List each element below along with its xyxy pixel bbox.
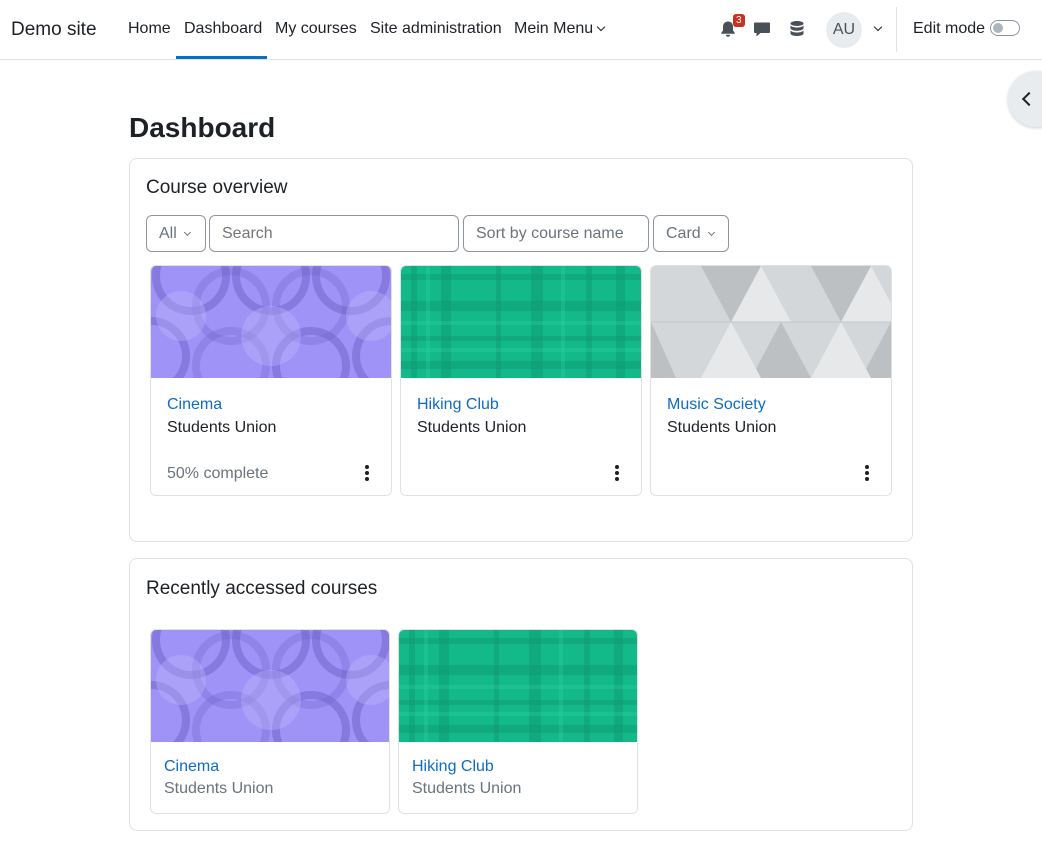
nav-site-administration[interactable]: Site administration [370,20,502,60]
course-card[interactable]: Cinema Students Union [150,629,390,814]
course-image[interactable] [401,266,642,378]
chevron-down-icon[interactable] [873,22,883,32]
course-overview-title: Course overview [146,177,288,198]
chevron-left-icon [1021,91,1037,107]
course-progress-text: 50% complete [167,465,269,482]
course-name-link[interactable]: Music Society [667,396,766,414]
nav-dashboard[interactable]: Dashboard [184,20,262,60]
chat-icon[interactable] [753,20,771,38]
chevron-down-icon [183,228,191,237]
nav-home[interactable]: Home [128,20,171,60]
course-image[interactable] [399,630,638,742]
course-image[interactable] [151,630,390,742]
more-vertical-icon[interactable] [865,465,869,483]
database-icon[interactable] [788,20,806,38]
chevron-down-icon [707,228,715,237]
course-category: Students Union [167,419,277,436]
open-block-drawer-button[interactable] [1008,71,1042,127]
notification-count-badge: 3 [733,14,745,27]
recently-accessed-title: Recently accessed courses [146,578,378,599]
view-dropdown[interactable]: Card [653,215,729,252]
view-value: Card [666,225,701,242]
edit-mode-label: Edit mode [913,20,986,37]
course-image[interactable] [651,266,892,378]
course-card[interactable]: Music Society Students Union [650,265,892,496]
course-name-link[interactable]: Cinema [164,758,219,776]
chevron-down-icon [596,22,606,32]
grouping-value: All [159,225,177,242]
sort-value: Sort by course name [476,225,624,242]
sort-dropdown[interactable]: Sort by course name [463,215,649,272]
course-name-link[interactable]: Hiking Club [412,758,494,776]
course-name-link[interactable]: Hiking Club [417,396,499,414]
active-tab-indicator [176,56,267,59]
more-vertical-icon[interactable] [615,465,619,483]
top-navbar: Demo site Home Dashboard My courses Site… [0,0,1042,60]
nav-my-courses[interactable]: My courses [275,20,357,60]
navbar-divider [896,7,897,52]
course-image[interactable] [151,266,392,378]
toggle-knob [993,23,1003,33]
course-category: Students Union [667,419,777,436]
more-vertical-icon[interactable] [365,465,369,483]
page-title: Dashboard [129,112,276,143]
nav-mein-menu-label: Mein Menu [514,20,594,37]
edit-mode-toggle[interactable] [990,20,1020,36]
course-card[interactable]: Hiking Club Students Union [400,265,642,496]
grouping-dropdown[interactable]: All [146,215,206,252]
site-brand[interactable]: Demo site [11,19,97,41]
course-category: Students Union [164,780,274,797]
course-card[interactable]: Cinema Students Union 50% complete [150,265,392,496]
course-overview-block: Course overview All Sort by course name … [129,158,913,542]
nav-mein-menu[interactable]: Mein Menu [514,20,606,60]
course-card[interactable]: Hiking Club Students Union [398,629,638,814]
course-search-input[interactable] [209,215,459,252]
course-category: Students Union [417,419,527,436]
course-name-link[interactable]: Cinema [167,396,222,414]
recently-accessed-block: Recently accessed courses Cinema Student… [129,558,913,831]
user-avatar[interactable]: AU [826,12,862,48]
course-category: Students Union [412,780,522,797]
